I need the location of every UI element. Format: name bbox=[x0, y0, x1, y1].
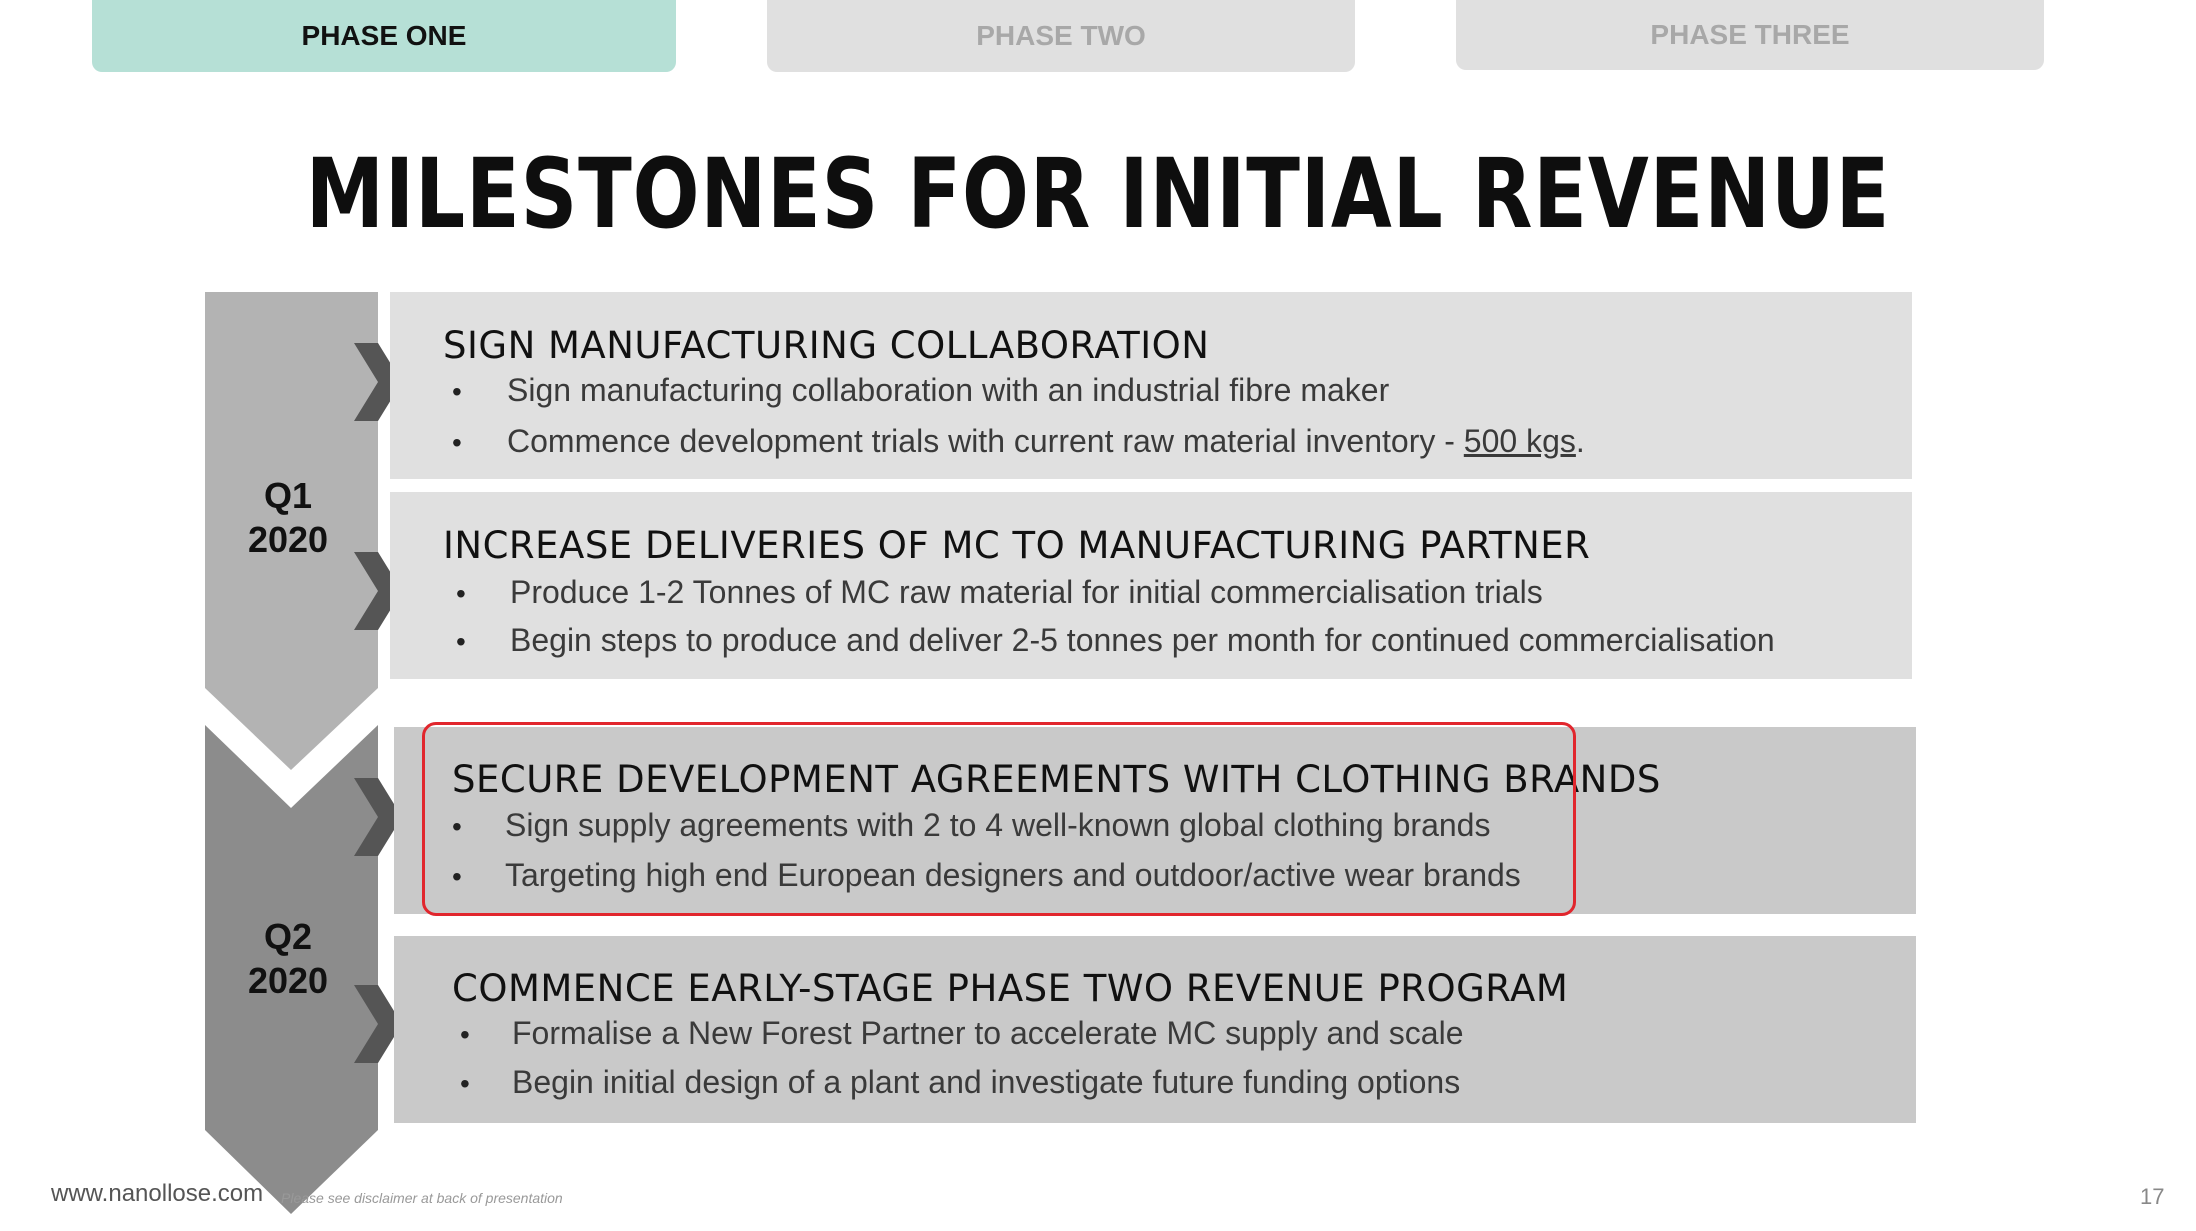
milestone-bullet: Formalise a New Forest Partner to accele… bbox=[512, 1015, 1464, 1051]
milestone-bullet: Sign manufacturing collaboration with an… bbox=[507, 372, 1390, 408]
quarter-q2-year: 2020 bbox=[247, 960, 329, 1001]
milestone-bullet: Commence development trials with current… bbox=[507, 423, 1585, 460]
footer-url[interactable]: www.nanollose.com bbox=[51, 1180, 263, 1208]
quarter-q1-year: 2020 bbox=[247, 519, 329, 560]
footer-disclaimer: Please see disclaimer at back of present… bbox=[281, 1190, 563, 1206]
bullet-text: Commence development trials with current… bbox=[507, 423, 1464, 459]
milestone-title: COMMENCE EARLY-STAGE PHASE TWO REVENUE P… bbox=[452, 967, 1569, 1010]
milestone-bullet: Begin steps to produce and deliver 2-5 t… bbox=[510, 622, 1775, 658]
page-number: 17 bbox=[2140, 1184, 2165, 1209]
milestone-card-1: SIGN MANUFACTURING COLLABORATION • Sign … bbox=[390, 292, 1912, 479]
milestone-bullet: Produce 1-2 Tonnes of MC raw material fo… bbox=[510, 574, 1543, 610]
bullet-icon: • bbox=[460, 1019, 470, 1050]
milestone-card-2: INCREASE DELIVERIES OF MC TO MANUFACTURI… bbox=[390, 492, 1912, 679]
quarter-label-q1: Q1 2020 bbox=[198, 474, 378, 562]
bullet-icon: • bbox=[452, 376, 462, 407]
quarter-q2: Q2 bbox=[263, 916, 313, 957]
bullet-icon: • bbox=[456, 578, 466, 609]
bullet-icon: • bbox=[460, 1068, 470, 1099]
milestone-bullet: Begin initial design of a plant and inve… bbox=[512, 1064, 1461, 1100]
milestone-card-4: COMMENCE EARLY-STAGE PHASE TWO REVENUE P… bbox=[394, 936, 1916, 1123]
quarter-q1: Q1 bbox=[263, 475, 313, 516]
milestone-title: SIGN MANUFACTURING COLLABORATION bbox=[443, 324, 1210, 367]
bullet-icon: • bbox=[452, 427, 462, 458]
quantity-link: 500 kgs bbox=[1463, 423, 1576, 459]
highlight-box bbox=[422, 722, 1576, 916]
quarter-label-q2: Q2 2020 bbox=[198, 915, 378, 1003]
bullet-icon: • bbox=[456, 626, 466, 657]
bullet-period: . bbox=[1575, 423, 1585, 459]
milestone-title: INCREASE DELIVERIES OF MC TO MANUFACTURI… bbox=[443, 524, 1591, 567]
